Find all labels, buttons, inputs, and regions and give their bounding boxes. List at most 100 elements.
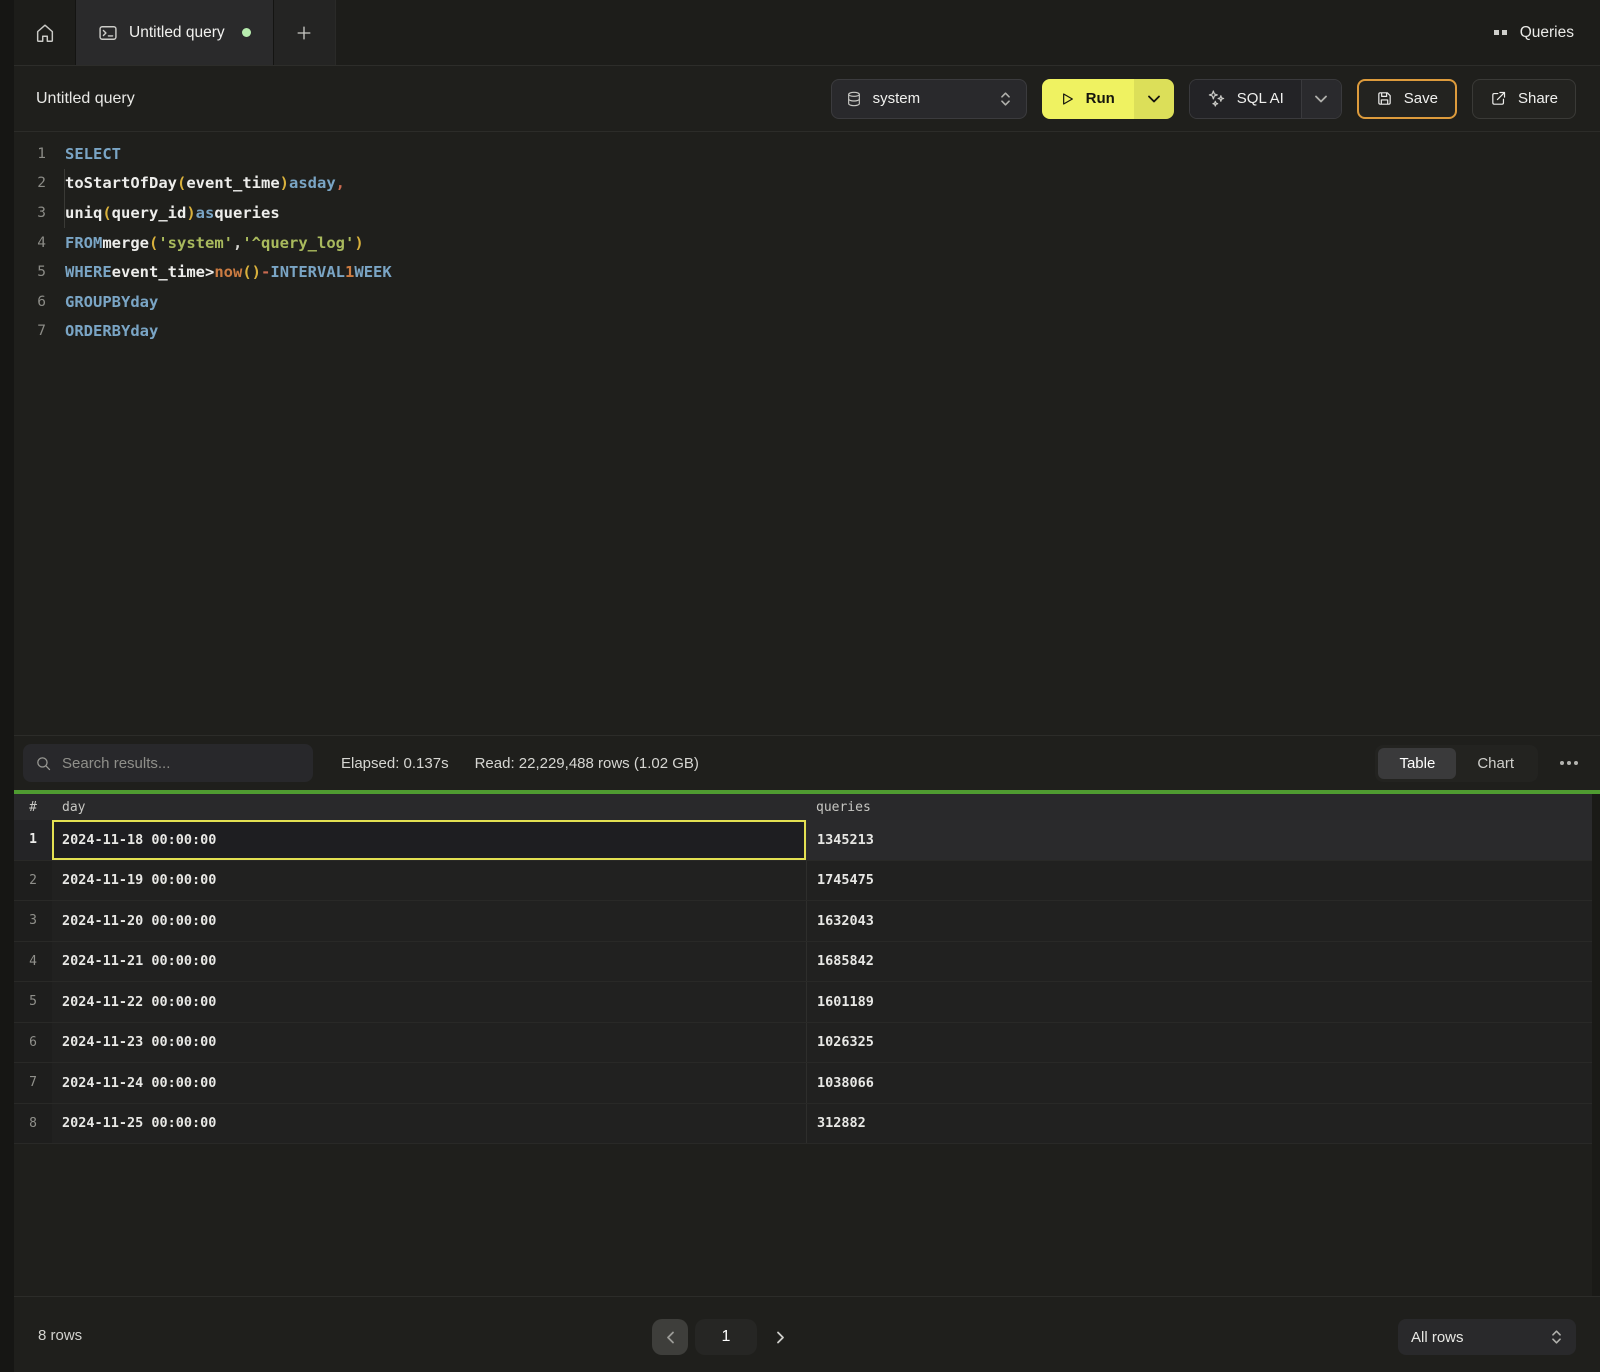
row-index[interactable]: 8 [14, 1104, 52, 1144]
cell-day[interactable]: 2024-11-25 00:00:00 [52, 1104, 806, 1144]
code-line: 5WHERE event_time > now() - INTERVAL 1 W… [14, 257, 1600, 287]
queries-button[interactable]: Queries [1468, 0, 1600, 65]
cell-queries[interactable]: 1026325 [806, 1023, 1600, 1063]
row-index[interactable]: 7 [14, 1063, 52, 1103]
table-row: 62024-11-23 00:00:001026325 [14, 1023, 1600, 1064]
left-edge-strip [0, 0, 14, 1372]
pagination: 1 [652, 1319, 785, 1355]
new-tab-button[interactable] [274, 0, 336, 65]
cell-queries[interactable]: 1038066 [806, 1063, 1600, 1103]
table-row: 42024-11-21 00:00:001685842 [14, 942, 1600, 983]
table-body: 12024-11-18 00:00:001345213 22024-11-19 0… [14, 820, 1600, 1144]
line-number: 5 [14, 264, 46, 280]
sql-ai-options-button[interactable] [1301, 80, 1341, 118]
tab-table-view[interactable]: Table [1378, 748, 1456, 779]
database-value: system [873, 90, 988, 107]
share-label: Share [1518, 90, 1558, 107]
results-footer: 8 rows 1 All rows [14, 1296, 1600, 1372]
query-header: Untitled query system Run [14, 66, 1600, 132]
search-icon [35, 755, 52, 772]
line-number: 6 [14, 294, 46, 310]
cell-day[interactable]: 2024-11-23 00:00:00 [52, 1023, 806, 1063]
code-line: 4FROM merge('system', '^query_log') [14, 228, 1600, 258]
save-icon [1376, 90, 1393, 107]
table-row: 52024-11-22 00:00:001601189 [14, 982, 1600, 1023]
cell-queries[interactable]: 312882 [806, 1104, 1600, 1144]
sql-editor[interactable]: 1SELECT2 toStartOfDay(event_time) as day… [14, 132, 1600, 735]
code-line: 1SELECT [14, 139, 1600, 169]
cell-queries[interactable]: 1632043 [806, 901, 1600, 941]
home-button[interactable] [14, 0, 75, 65]
table-row: 32024-11-20 00:00:001632043 [14, 901, 1600, 942]
row-index[interactable]: 5 [14, 982, 52, 1022]
run-options-button[interactable] [1134, 79, 1174, 119]
results-menu-button[interactable] [1558, 755, 1580, 771]
header-controls: system Run [831, 79, 1576, 119]
sql-ai-label: SQL AI [1237, 90, 1284, 107]
results-empty-space [14, 1144, 1600, 1296]
run-label: Run [1086, 90, 1115, 107]
cell-day[interactable]: 2024-11-24 00:00:00 [52, 1063, 806, 1103]
play-icon [1059, 91, 1075, 107]
plus-icon [294, 23, 314, 43]
cell-day[interactable]: 2024-11-19 00:00:00 [52, 861, 806, 901]
tab-chart-view[interactable]: Chart [1456, 748, 1535, 779]
query-title: Untitled query [36, 90, 135, 108]
row-index[interactable]: 2 [14, 861, 52, 901]
results-toolbar: Elapsed: 0.137s Read: 22,229,488 rows (1… [14, 735, 1600, 790]
chevron-updown-icon [999, 91, 1012, 107]
search-results-input[interactable] [62, 755, 301, 772]
row-index[interactable]: 3 [14, 901, 52, 941]
sql-ai-button-group: SQL AI [1189, 79, 1342, 119]
read-stat: Read: 22,229,488 rows (1.02 GB) [475, 755, 699, 772]
results-table: # day queries 12024-11-18 00:00:00134521… [14, 794, 1600, 1296]
row-index[interactable]: 6 [14, 1023, 52, 1063]
share-button[interactable]: Share [1472, 79, 1576, 119]
tab-bar-spacer [336, 0, 1468, 65]
indent-guide [64, 169, 65, 228]
code-lines: 1SELECT2 toStartOfDay(event_time) as day… [14, 139, 1600, 346]
share-icon [1490, 90, 1507, 107]
cell-day[interactable]: 2024-11-22 00:00:00 [52, 982, 806, 1022]
cell-queries[interactable]: 1601189 [806, 982, 1600, 1022]
cell-queries[interactable]: 1685842 [806, 942, 1600, 982]
selected-cell-day[interactable]: 2024-11-18 00:00:00 [52, 820, 806, 860]
cell-day[interactable]: 2024-11-21 00:00:00 [52, 942, 806, 982]
cell-queries[interactable]: 1745475 [806, 861, 1600, 901]
run-button-group: Run [1042, 79, 1174, 119]
queries-label: Queries [1520, 24, 1574, 42]
cell-day[interactable]: 2024-11-20 00:00:00 [52, 901, 806, 941]
sql-ai-button[interactable]: SQL AI [1190, 80, 1301, 118]
column-header-day[interactable]: day [52, 800, 806, 815]
query-console: Untitled query Queries Untitled query sy… [14, 0, 1600, 1372]
search-results-box [23, 744, 313, 782]
tab-untitled-query[interactable]: Untitled query [75, 0, 274, 65]
chevron-updown-icon [1550, 1329, 1563, 1345]
page-size-selector[interactable]: All rows [1398, 1319, 1576, 1355]
table-row: 82024-11-25 00:00:00312882 [14, 1104, 1600, 1145]
database-selector[interactable]: system [831, 79, 1027, 119]
database-icon [846, 90, 862, 108]
code-line: 7ORDER BY day [14, 317, 1600, 347]
scrollbar-gutter[interactable] [1592, 794, 1600, 1296]
row-count: 8 rows [38, 1327, 82, 1344]
view-toggle: Table Chart [1375, 745, 1538, 782]
code-line: 6GROUP BY day [14, 287, 1600, 317]
column-header-index[interactable]: # [14, 800, 52, 815]
code-line: 3 uniq(query_id) as queries [14, 198, 1600, 228]
page-size-value: All rows [1411, 1329, 1540, 1346]
next-page-button[interactable] [776, 1331, 785, 1344]
row-index[interactable]: 1 [14, 820, 52, 860]
run-button[interactable]: Run [1042, 79, 1134, 119]
table-row: 72024-11-24 00:00:001038066 [14, 1063, 1600, 1104]
column-header-queries[interactable]: queries [806, 800, 1600, 815]
tab-label: Untitled query [129, 24, 225, 42]
save-button[interactable]: Save [1357, 79, 1457, 119]
row-index[interactable]: 4 [14, 942, 52, 982]
previous-page-button[interactable] [652, 1319, 688, 1355]
terminal-icon [98, 23, 118, 43]
current-page-button[interactable]: 1 [695, 1319, 757, 1355]
cell-queries[interactable]: 1345213 [806, 820, 1600, 860]
code-line: 2 toStartOfDay(event_time) as day, [14, 169, 1600, 199]
queries-icon [1494, 30, 1507, 35]
